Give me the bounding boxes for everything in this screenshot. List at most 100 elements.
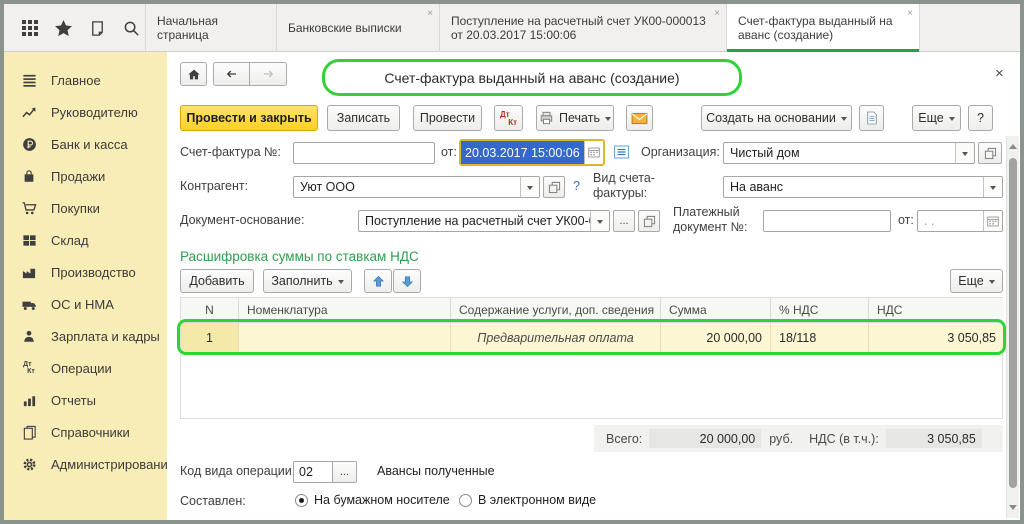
sidebar-item-manager[interactable]: Руководителю: [4, 96, 167, 128]
application-window: Начальная страница Банковские выписки × …: [0, 0, 1024, 524]
counterparty-open-button[interactable]: [543, 176, 565, 198]
books-icon: [20, 424, 38, 440]
invoice-kind-combo[interactable]: На аванс: [723, 176, 1003, 198]
totals-bar: Всего: 20 000,00 руб. НДС (в т.ч.): 3 05…: [594, 425, 1003, 452]
apps-menu-icon[interactable]: [20, 19, 39, 38]
save-button[interactable]: Записать: [327, 105, 400, 131]
table-more-button[interactable]: Еще: [950, 269, 1003, 293]
base-document-open-button[interactable]: [638, 210, 660, 232]
invoice-number-input[interactable]: [293, 142, 435, 164]
cell-vat-percent[interactable]: 18/118: [771, 323, 869, 353]
vertical-scrollbar[interactable]: [1006, 136, 1019, 518]
chevron-down-icon[interactable]: [590, 211, 609, 231]
move-row-down-button[interactable]: [393, 269, 421, 293]
sidebar-item-fixed-assets[interactable]: ОС и НМА: [4, 288, 167, 320]
col-header-n[interactable]: N: [181, 298, 239, 323]
close-form-icon[interactable]: ×: [995, 65, 1004, 82]
sidebar-item-label: Отчеты: [51, 393, 96, 408]
create-based-on-button[interactable]: Создать на основании: [701, 105, 852, 131]
base-document-combo[interactable]: Поступление на расчетный счет УК00-00001…: [358, 210, 610, 232]
sidebar-item-directories[interactable]: Справочники: [4, 416, 167, 448]
trend-chart-icon: [20, 104, 38, 120]
cell-sum[interactable]: 20 000,00: [661, 323, 771, 353]
operation-code-input[interactable]: [293, 461, 333, 483]
sidebar-item-sales[interactable]: Продажи: [4, 160, 167, 192]
move-row-up-button[interactable]: [364, 269, 392, 293]
sidebar-item-bank-cash[interactable]: Банк и касса: [4, 128, 167, 160]
radio-unselected-icon[interactable]: [459, 494, 472, 507]
counterparty-help-link[interactable]: ?: [573, 179, 580, 193]
organization-open-button[interactable]: [978, 142, 1002, 164]
cell-nomenclature[interactable]: [239, 323, 451, 353]
radio-selected-icon[interactable]: [295, 494, 308, 507]
fill-button[interactable]: Заполнить: [263, 269, 352, 293]
events-list-icon[interactable]: [613, 144, 630, 165]
scroll-up-icon[interactable]: [1009, 140, 1017, 149]
favorites-star-icon[interactable]: [54, 19, 73, 38]
cell-n[interactable]: 1: [181, 323, 239, 353]
scrollbar-thumb[interactable]: [1009, 158, 1017, 488]
sidebar-item-label: Операции: [51, 361, 112, 376]
counterparty-label: Контрагент:: [180, 179, 248, 193]
history-icon[interactable]: [88, 19, 107, 38]
col-header-vat-percent[interactable]: % НДС: [771, 298, 869, 323]
cell-service[interactable]: Предварительная оплата: [451, 323, 661, 353]
col-header-nomenclature[interactable]: Номенклатура: [239, 298, 451, 323]
sidebar-item-main[interactable]: Главное: [4, 64, 167, 96]
post-button[interactable]: Провести: [413, 105, 482, 131]
sidebar-item-warehouse[interactable]: Склад: [4, 224, 167, 256]
col-header-service[interactable]: Содержание услуги, доп. сведения: [451, 298, 661, 323]
page-title-text: Счет-фактура выданный на аванс (создание…: [384, 70, 679, 86]
document-date-value[interactable]: 20.03.2017 15:00:06: [461, 141, 584, 164]
sidebar-item-operations[interactable]: ДтКтОперации: [4, 352, 167, 384]
chevron-down-icon[interactable]: [955, 143, 974, 163]
show-postings-button[interactable]: Дт Кт: [494, 105, 523, 131]
home-button[interactable]: [180, 62, 207, 86]
add-row-button[interactable]: Добавить: [180, 269, 254, 293]
radio-paper-option[interactable]: На бумажном носителе: [295, 493, 450, 507]
tab-bank-statements[interactable]: Банковские выписки ×: [277, 4, 440, 52]
radio-electronic-option[interactable]: В электронном виде: [459, 493, 596, 507]
table-row[interactable]: 1 Предварительная оплата 20 000,00 18/11…: [181, 323, 1002, 353]
base-document-choose-button[interactable]: ...: [613, 210, 635, 232]
tab-close-icon[interactable]: ×: [907, 9, 913, 19]
search-icon[interactable]: [122, 19, 141, 38]
tab-close-icon[interactable]: ×: [427, 9, 433, 19]
more-button[interactable]: Еще: [912, 105, 961, 131]
tab-home-page[interactable]: Начальная страница: [145, 4, 277, 52]
document-form: Счет-фактура выданный на аванс (создание…: [167, 52, 1020, 520]
sidebar-item-salary-hr[interactable]: Зарплата и кадры: [4, 320, 167, 352]
chevron-down-icon[interactable]: [983, 177, 1002, 197]
payment-date-field[interactable]: . .: [917, 210, 1003, 232]
forward-button[interactable]: [250, 62, 287, 86]
sidebar-item-reports[interactable]: Отчеты: [4, 384, 167, 416]
cell-vat[interactable]: 3 050,85: [869, 323, 1004, 353]
chevron-down-icon[interactable]: [520, 177, 539, 197]
vat-table: N Номенклатура Содержание услуги, доп. с…: [180, 297, 1003, 419]
sidebar-item-purchases[interactable]: Покупки: [4, 192, 167, 224]
post-and-close-button[interactable]: Провести и закрыть: [180, 105, 318, 131]
help-button[interactable]: ?: [968, 105, 993, 131]
col-header-sum[interactable]: Сумма: [661, 298, 771, 323]
sidebar-item-production[interactable]: Производство: [4, 256, 167, 288]
mail-button[interactable]: [626, 105, 653, 131]
chevron-down-icon: [949, 117, 955, 124]
print-button[interactable]: Печать: [536, 105, 614, 131]
payment-doc-input[interactable]: [763, 210, 891, 232]
payment-doc-label: Платежный документ №:: [673, 205, 759, 235]
document-date-field[interactable]: 20.03.2017 15:00:06: [459, 139, 605, 166]
calendar-icon[interactable]: [584, 141, 603, 164]
sidebar-item-administration[interactable]: Администрирование: [4, 448, 167, 480]
counterparty-combo[interactable]: Уют ООО: [293, 176, 540, 198]
tab-close-icon[interactable]: ×: [714, 9, 720, 19]
document-report-button[interactable]: [859, 105, 884, 131]
sidebar-item-label: Банк и касса: [51, 137, 128, 152]
back-button[interactable]: [213, 62, 250, 86]
tab-receipt-to-account[interactable]: Поступление на расчетный счет УК00-00001…: [440, 4, 727, 52]
operation-code-choose-button[interactable]: ...: [333, 461, 357, 483]
calendar-icon[interactable]: [983, 211, 1002, 231]
col-header-vat[interactable]: НДС: [869, 298, 1004, 323]
scroll-down-icon[interactable]: [1009, 505, 1017, 514]
organization-combo[interactable]: Чистый дом: [723, 142, 975, 164]
tab-invoice-advance[interactable]: Счет-фактура выданный на аванс (создание…: [727, 4, 920, 52]
